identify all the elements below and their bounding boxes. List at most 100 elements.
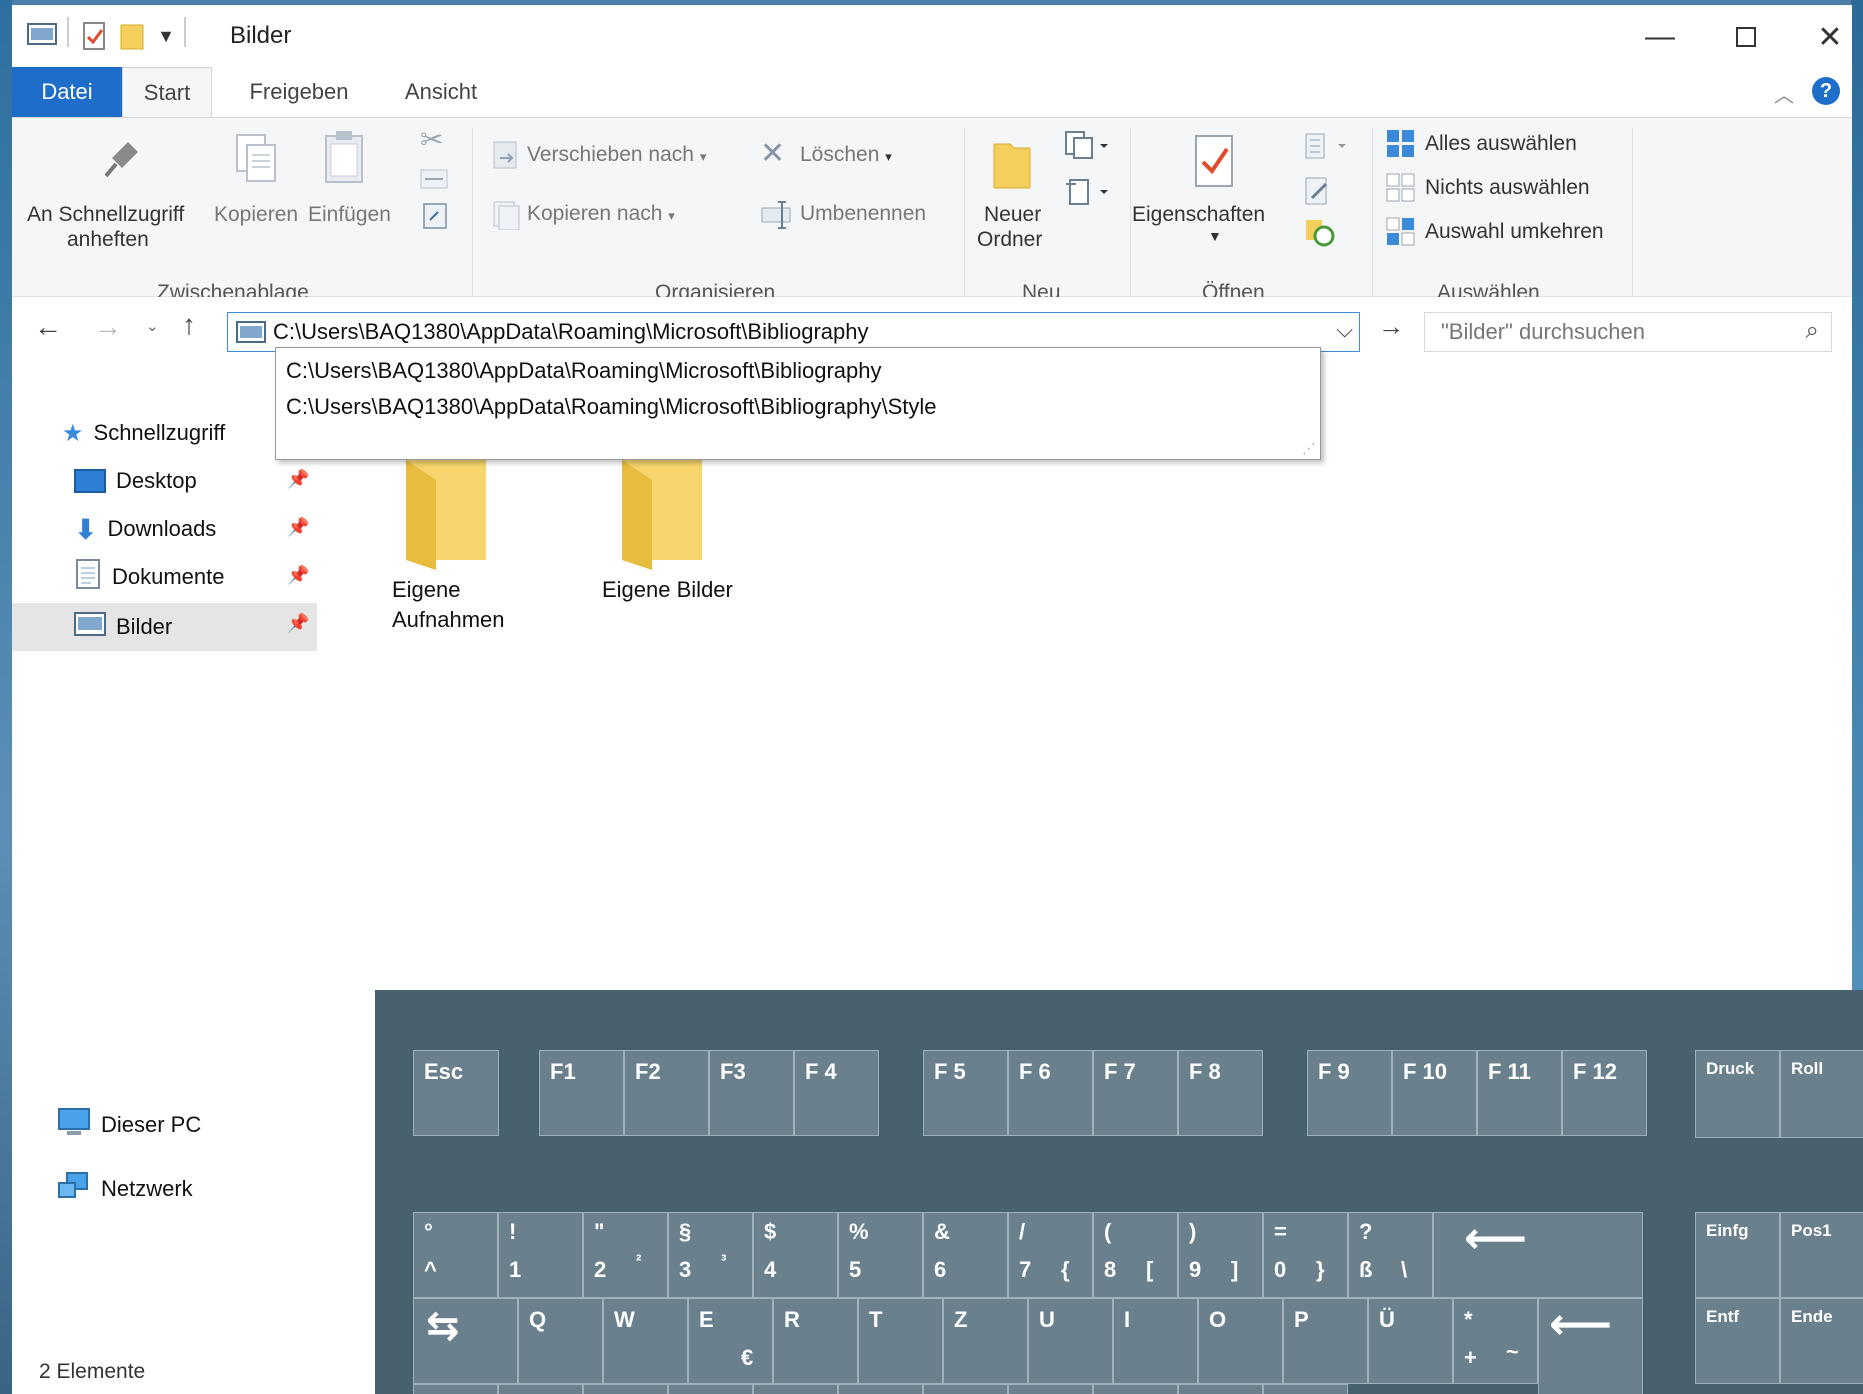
key-f3[interactable]: F3	[709, 1050, 794, 1136]
select-all-button[interactable]: Alles auswählen	[1425, 132, 1577, 156]
key-f8[interactable]: F 8	[1178, 1050, 1263, 1136]
key-9[interactable]: ) 9]	[1178, 1212, 1263, 1298]
resize-grip-icon[interactable]: ⋰	[1302, 440, 1316, 457]
key-3[interactable]: § 3 ³	[668, 1212, 753, 1298]
up-icon[interactable]: ↑	[182, 309, 196, 341]
key-i[interactable]: I	[1113, 1298, 1198, 1384]
tab-key[interactable]: ⇆	[413, 1298, 518, 1384]
nav-network[interactable]: Netzwerk	[57, 1171, 193, 1207]
key-1[interactable]: ! 1	[498, 1212, 583, 1298]
nav-quick-access[interactable]: ★ Schnellzugriff	[62, 415, 225, 451]
key-7[interactable]: / 7 {	[1008, 1212, 1093, 1298]
key-row-partial[interactable]	[1263, 1384, 1348, 1394]
key-f1[interactable]: F1	[539, 1050, 624, 1136]
folder-item[interactable]: Eigene Bilder	[602, 460, 733, 605]
key-r[interactable]: R	[773, 1298, 858, 1384]
key-einfg[interactable]: Einfg	[1695, 1212, 1780, 1298]
suggestion-item[interactable]: C:\Users\BAQ1380\AppData\Roaming\Microso…	[286, 394, 937, 420]
key-e[interactable]: E €	[688, 1298, 773, 1384]
key-row-partial[interactable]	[753, 1384, 838, 1394]
key-f7[interactable]: F 7	[1093, 1050, 1178, 1136]
new-item-icon[interactable]	[1064, 130, 1110, 165]
key-o[interactable]: O	[1198, 1298, 1283, 1384]
key-esc[interactable]: Esc	[413, 1050, 499, 1136]
pin-quick-access-button[interactable]: An Schnellzugriff	[27, 203, 184, 227]
key-row-partial[interactable]	[1008, 1384, 1093, 1394]
tab-start[interactable]: Start	[122, 67, 212, 117]
rename-button[interactable]: Umbenennen	[800, 202, 926, 226]
key-row-partial[interactable]	[838, 1384, 923, 1394]
key-row-partial[interactable]	[413, 1384, 498, 1394]
key-f2[interactable]: F2	[624, 1050, 709, 1136]
key-ß[interactable]: ? ß \	[1348, 1212, 1433, 1298]
key-roll[interactable]: Roll	[1780, 1050, 1863, 1138]
tab-datei[interactable]: Datei	[12, 67, 122, 117]
key-f11[interactable]: F 11	[1477, 1050, 1562, 1136]
key-4[interactable]: $4	[753, 1212, 838, 1298]
key-row-partial[interactable]	[583, 1384, 668, 1394]
copy-to-button[interactable]: Kopieren nach ▾	[527, 202, 675, 226]
copy-path-icon[interactable]	[420, 168, 448, 195]
key-t[interactable]: T	[858, 1298, 943, 1384]
key-f5[interactable]: F 5	[923, 1050, 1008, 1136]
minimize-icon[interactable]: —	[1632, 15, 1688, 59]
open-icon[interactable]	[1304, 132, 1348, 167]
key-q[interactable]: Q	[518, 1298, 603, 1384]
nav-this-pc[interactable]: Dieser PC	[57, 1107, 201, 1143]
enter-key[interactable]: ⟵	[1538, 1298, 1643, 1394]
key-w[interactable]: W	[603, 1298, 688, 1384]
nav-documents[interactable]: Dokumente	[74, 559, 294, 595]
key-f10[interactable]: F 10	[1392, 1050, 1477, 1136]
key-p[interactable]: P	[1283, 1298, 1368, 1384]
nav-desktop[interactable]: Desktop	[74, 463, 294, 499]
key-6[interactable]: & 6	[923, 1212, 1008, 1298]
new-folder-qa-icon[interactable]	[117, 19, 147, 53]
key-ende[interactable]: Ende	[1780, 1298, 1863, 1384]
key-f9[interactable]: F 9	[1307, 1050, 1392, 1136]
customize-qa-icon[interactable]: ▼	[154, 19, 178, 53]
delete-button[interactable]: Löschen ▾	[800, 143, 892, 167]
key-2[interactable]: " 2 ²	[583, 1212, 668, 1298]
collapse-ribbon-icon[interactable]: ︿	[1774, 79, 1794, 108]
invert-selection-button[interactable]: Auswahl umkehren	[1425, 220, 1604, 244]
history-icon[interactable]	[1304, 218, 1336, 253]
easy-access-icon[interactable]	[1064, 176, 1110, 211]
key-5[interactable]: % 5	[838, 1212, 923, 1298]
key-druck[interactable]: Druck	[1695, 1050, 1780, 1138]
tab-freigeben[interactable]: Freigeben	[234, 67, 364, 117]
copy-button[interactable]: Kopieren	[214, 203, 298, 227]
backspace-key[interactable]: ⟵	[1433, 1212, 1643, 1298]
address-bar[interactable]: C:\Users\BAQ1380\AppData\Roaming\Microso…	[227, 312, 1360, 352]
go-icon[interactable]: →	[1378, 311, 1404, 342]
close-icon[interactable]: ✕	[1802, 15, 1852, 59]
key-entf[interactable]: Entf	[1695, 1298, 1780, 1384]
forward-icon[interactable]: →	[94, 311, 122, 343]
key-0[interactable]: = 0}	[1263, 1212, 1348, 1298]
key-f4[interactable]: F 4	[794, 1050, 879, 1136]
address-dropdown-icon[interactable]: ⌵	[1336, 317, 1353, 343]
address-input[interactable]: C:\Users\BAQ1380\AppData\Roaming\Microso…	[273, 319, 869, 345]
search-input[interactable]: "Bilder" durchsuchen ⌕	[1424, 312, 1832, 352]
key-row-partial[interactable]	[668, 1384, 753, 1394]
key-u[interactable]: U	[1028, 1298, 1113, 1384]
key-f12[interactable]: F 12	[1562, 1050, 1647, 1136]
nav-pictures[interactable]: Bilder	[12, 603, 317, 651]
key-pos1[interactable]: Pos1	[1780, 1212, 1863, 1298]
nav-downloads[interactable]: ⬇ Downloads	[74, 511, 294, 547]
key-^[interactable]: ° ^	[413, 1212, 498, 1298]
key-z[interactable]: Z	[943, 1298, 1028, 1384]
key-8[interactable]: (8 [	[1093, 1212, 1178, 1298]
cut-icon[interactable]: ✂	[420, 123, 443, 156]
back-icon[interactable]: ←	[34, 311, 62, 343]
properties-button[interactable]: Eigenschaften	[1132, 203, 1265, 227]
key-*[interactable]: * + ~	[1453, 1298, 1538, 1384]
tab-ansicht[interactable]: Ansicht	[386, 67, 496, 117]
help-icon[interactable]: ?	[1812, 77, 1840, 105]
key-f6[interactable]: F 6	[1008, 1050, 1093, 1136]
folder-item[interactable]: Eigene Aufnahmen	[392, 460, 512, 635]
edit-icon[interactable]	[1304, 176, 1334, 211]
paste-shortcut-icon[interactable]	[422, 200, 448, 235]
maximize-icon[interactable]	[1718, 15, 1774, 59]
key-row-partial[interactable]	[1093, 1384, 1178, 1394]
key-row-partial[interactable]	[498, 1384, 583, 1394]
